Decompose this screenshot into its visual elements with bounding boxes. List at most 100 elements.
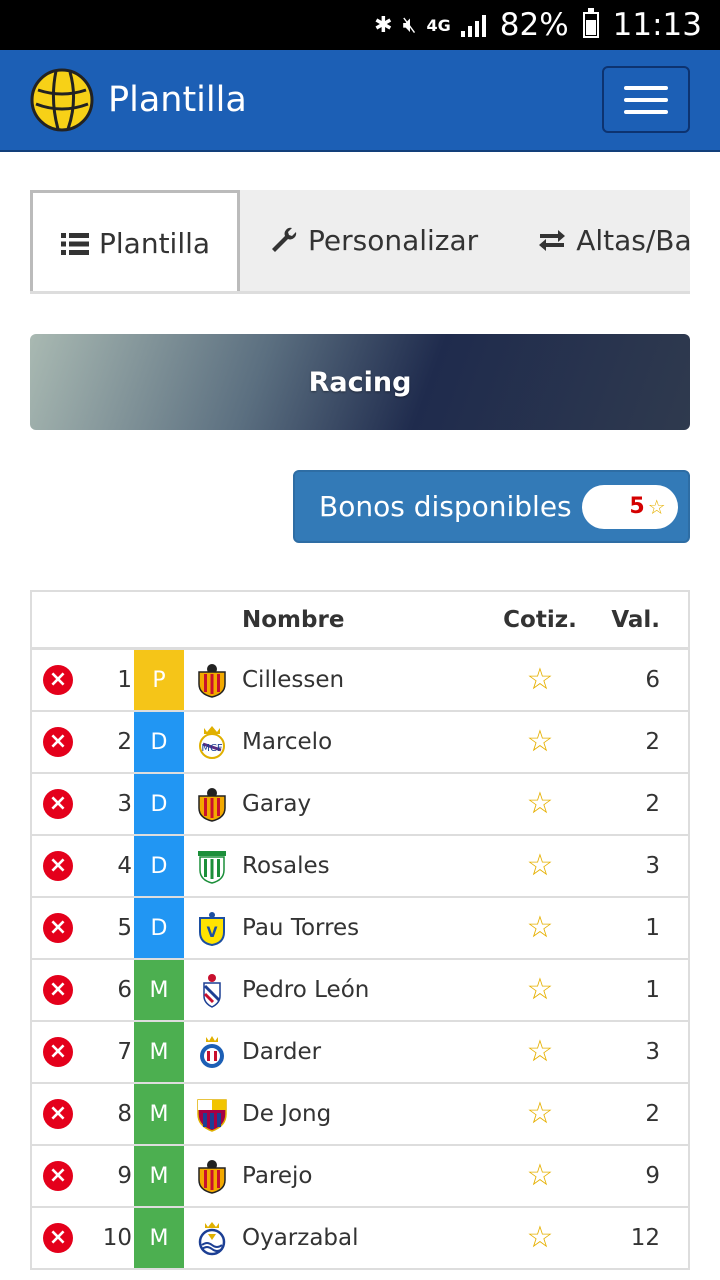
player-value: 3 xyxy=(645,1039,660,1065)
table-row[interactable]: × 3 D Garay ☆ 2 xyxy=(32,774,688,836)
player-name[interactable]: Oyarzabal xyxy=(242,1225,486,1251)
star-icon: ☆ xyxy=(526,972,554,1007)
table-row[interactable]: × 8 M De Jong ☆ 2 xyxy=(32,1084,688,1146)
table-row[interactable]: × 10 M Oyarzabal ☆ 12 xyxy=(32,1208,688,1270)
header-val[interactable]: Val. xyxy=(594,607,660,633)
bonos-button[interactable]: Bonos disponibles 5 ☆ xyxy=(293,470,690,543)
status-bar: ✱ 🔇︎ 4G 82% 11:13 xyxy=(0,0,720,50)
cotiz-star-button[interactable]: ☆ xyxy=(486,975,594,1005)
cotiz-star-button[interactable]: ☆ xyxy=(486,851,594,881)
cotiz-star-button[interactable]: ☆ xyxy=(486,727,594,757)
player-value: 2 xyxy=(645,791,660,817)
player-name[interactable]: Rosales xyxy=(242,853,486,879)
tab-altas-bajas[interactable]: Altas/Bajas xyxy=(508,190,690,290)
remove-player-button[interactable]: × xyxy=(32,975,84,1005)
player-value: 12 xyxy=(630,1225,660,1251)
cotiz-star-button[interactable]: ☆ xyxy=(486,1161,594,1191)
table-row[interactable]: × 2 D MCF Marcelo ☆ 2 xyxy=(32,712,688,774)
player-value: 1 xyxy=(645,915,660,941)
remove-player-button[interactable]: × xyxy=(32,851,84,881)
remove-player-button[interactable]: × xyxy=(32,789,84,819)
wrench-icon xyxy=(270,226,298,254)
close-icon: × xyxy=(43,727,73,757)
close-icon: × xyxy=(43,851,73,881)
star-icon: ☆ xyxy=(526,1096,554,1131)
remove-player-button[interactable]: × xyxy=(32,1037,84,1067)
star-icon: ☆ xyxy=(526,1220,554,1255)
player-name[interactable]: Marcelo xyxy=(242,729,486,755)
player-value: 3 xyxy=(645,853,660,879)
table-row[interactable]: × 1 P Cillessen ☆ 6 xyxy=(32,650,688,712)
cotiz-star-button[interactable]: ☆ xyxy=(486,1099,594,1129)
club-crest-icon xyxy=(194,1220,230,1256)
position-badge: D xyxy=(134,774,184,834)
football-icon[interactable] xyxy=(30,68,94,132)
svg-text:MCF: MCF xyxy=(201,743,223,754)
club-crest-icon xyxy=(194,662,230,698)
header-cotiz[interactable]: Cotiz. xyxy=(486,607,594,633)
player-number: 6 xyxy=(117,977,132,1003)
player-number: 4 xyxy=(117,853,132,879)
star-icon: ☆ xyxy=(526,786,554,821)
app-title[interactable]: Plantilla xyxy=(108,80,247,120)
close-icon: × xyxy=(43,1099,73,1129)
remove-player-button[interactable]: × xyxy=(32,1223,84,1253)
hamburger-icon-bar xyxy=(624,97,668,102)
cotiz-star-button[interactable]: ☆ xyxy=(486,1037,594,1067)
close-icon: × xyxy=(43,1161,73,1191)
table-row[interactable]: × 5 D V Pau Torres ☆ 1 xyxy=(32,898,688,960)
close-icon: × xyxy=(43,1223,73,1253)
transfer-icon xyxy=(538,228,566,252)
team-banner: Racing xyxy=(30,334,690,430)
tab-bar: Plantilla Personalizar Altas/Bajas xyxy=(30,190,690,294)
player-name[interactable]: Pau Torres xyxy=(242,915,486,941)
star-icon: ☆ xyxy=(526,1034,554,1069)
mute-icon: 🔇︎ xyxy=(402,12,417,38)
cotiz-star-button[interactable]: ☆ xyxy=(486,665,594,695)
player-name[interactable]: Pedro León xyxy=(242,977,486,1003)
tab-plantilla[interactable]: Plantilla xyxy=(30,190,240,291)
close-icon: × xyxy=(43,913,73,943)
bluetooth-icon: ✱ xyxy=(374,12,393,38)
cotiz-star-button[interactable]: ☆ xyxy=(486,1223,594,1253)
player-name[interactable]: Garay xyxy=(242,791,486,817)
table-row[interactable]: × 6 M Pedro León ☆ 1 xyxy=(32,960,688,1022)
cotiz-star-button[interactable]: ☆ xyxy=(486,789,594,819)
player-number: 2 xyxy=(117,729,132,755)
squad-table: Nombre Cotiz. Val. × 1 P Cillessen ☆ 6 × 2 D MCF M… xyxy=(30,590,690,1270)
player-value: 2 xyxy=(645,729,660,755)
cotiz-star-button[interactable]: ☆ xyxy=(486,913,594,943)
bonos-count: 5 xyxy=(629,494,645,519)
remove-player-button[interactable]: × xyxy=(32,665,84,695)
table-row[interactable]: × 7 M Darder ☆ 3 xyxy=(32,1022,688,1084)
club-crest-icon xyxy=(194,1034,230,1070)
remove-player-button[interactable]: × xyxy=(32,1099,84,1129)
player-number: 3 xyxy=(117,791,132,817)
position-badge: P xyxy=(134,650,184,710)
close-icon: × xyxy=(43,665,73,695)
hamburger-menu-button[interactable] xyxy=(602,66,690,133)
remove-player-button[interactable]: × xyxy=(32,727,84,757)
bonos-label: Bonos disponibles xyxy=(319,490,572,523)
player-name[interactable]: De Jong xyxy=(242,1101,486,1127)
table-row[interactable]: × 4 D Rosales ☆ 3 xyxy=(32,836,688,898)
network-type: 4G xyxy=(426,15,451,35)
position-badge: M xyxy=(134,1208,184,1268)
navbar: Plantilla xyxy=(0,50,720,152)
close-icon: × xyxy=(43,1037,73,1067)
header-nombre[interactable]: Nombre xyxy=(242,607,486,633)
tab-personalizar[interactable]: Personalizar xyxy=(240,190,508,290)
signal-icon xyxy=(460,13,486,37)
tab-label: Personalizar xyxy=(308,223,479,257)
list-icon xyxy=(61,232,89,256)
position-badge: D xyxy=(134,898,184,958)
remove-player-button[interactable]: × xyxy=(32,913,84,943)
player-number: 1 xyxy=(117,667,132,693)
club-crest-icon xyxy=(194,786,230,822)
player-name[interactable]: Cillessen xyxy=(242,667,486,693)
player-value: 2 xyxy=(645,1101,660,1127)
remove-player-button[interactable]: × xyxy=(32,1161,84,1191)
player-name[interactable]: Parejo xyxy=(242,1163,486,1189)
player-name[interactable]: Darder xyxy=(242,1039,486,1065)
table-row[interactable]: × 9 M Parejo ☆ 9 xyxy=(32,1146,688,1208)
